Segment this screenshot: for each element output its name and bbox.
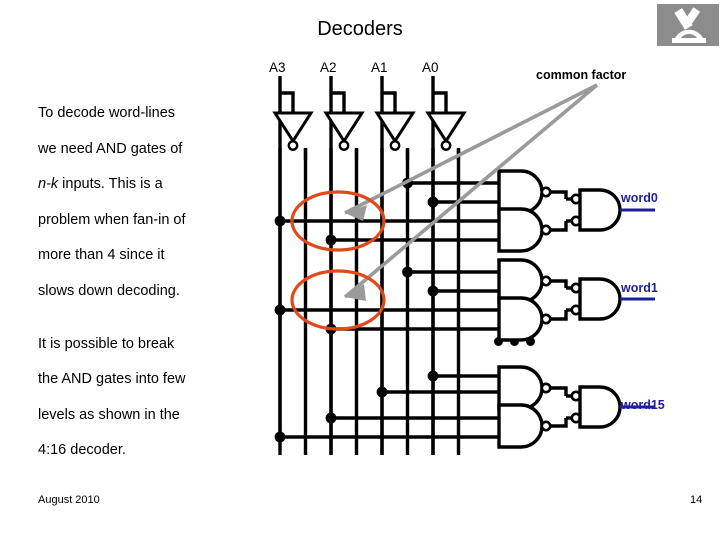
junction-dot	[274, 215, 286, 227]
body-text-block: To decode word-lines we need AND gates o…	[38, 96, 268, 469]
body-line-3-italic: n-k	[38, 176, 59, 193]
junction-dot	[427, 370, 439, 382]
junction-dot	[274, 431, 286, 443]
nand-gate-word15-lower	[497, 403, 552, 449]
junction-dot	[402, 266, 413, 278]
slide-canvas: Decoders common factor A3 A2 A1 A0 word0…	[0, 0, 720, 540]
body-line-2: we need AND gates of	[38, 140, 183, 157]
nand-gate-word15-upper	[497, 365, 552, 411]
body-line-6: slows down decoding.	[38, 282, 180, 299]
body-line-10: 4:16 decoder.	[38, 442, 126, 459]
body-line-3: n-k inputs. This is a	[38, 167, 268, 203]
nand-gate-word0-lower	[497, 207, 552, 253]
body-line-5: more than 4 since it	[38, 247, 165, 264]
and-gate-word15-final	[570, 385, 622, 429]
footer-page-number: 14	[690, 494, 703, 506]
and-gate-word0-final	[570, 188, 622, 232]
junction-dot	[376, 386, 388, 398]
and-gate-word1-final	[570, 277, 622, 321]
junction-dot	[427, 196, 439, 208]
body-line-7: It is possible to break	[38, 335, 175, 352]
nand-gate-word1-lower	[497, 296, 552, 342]
junction-dot	[325, 412, 337, 424]
body-line-1: To decode word-lines	[38, 105, 176, 121]
body-line-4: problem when fan-in of	[38, 211, 186, 228]
nand-gate-word0-upper	[497, 169, 552, 215]
body-line-8: the AND gates into few	[38, 371, 186, 388]
junction-dot	[427, 285, 439, 297]
body-line-3-rest: inputs. This is a	[58, 176, 163, 193]
footer-date: August 2010	[38, 494, 100, 506]
nand-gate-word1-upper	[497, 258, 552, 304]
junction-dot	[274, 304, 286, 316]
body-line-9: levels as shown in the	[38, 406, 180, 423]
junction-dot	[325, 234, 337, 246]
